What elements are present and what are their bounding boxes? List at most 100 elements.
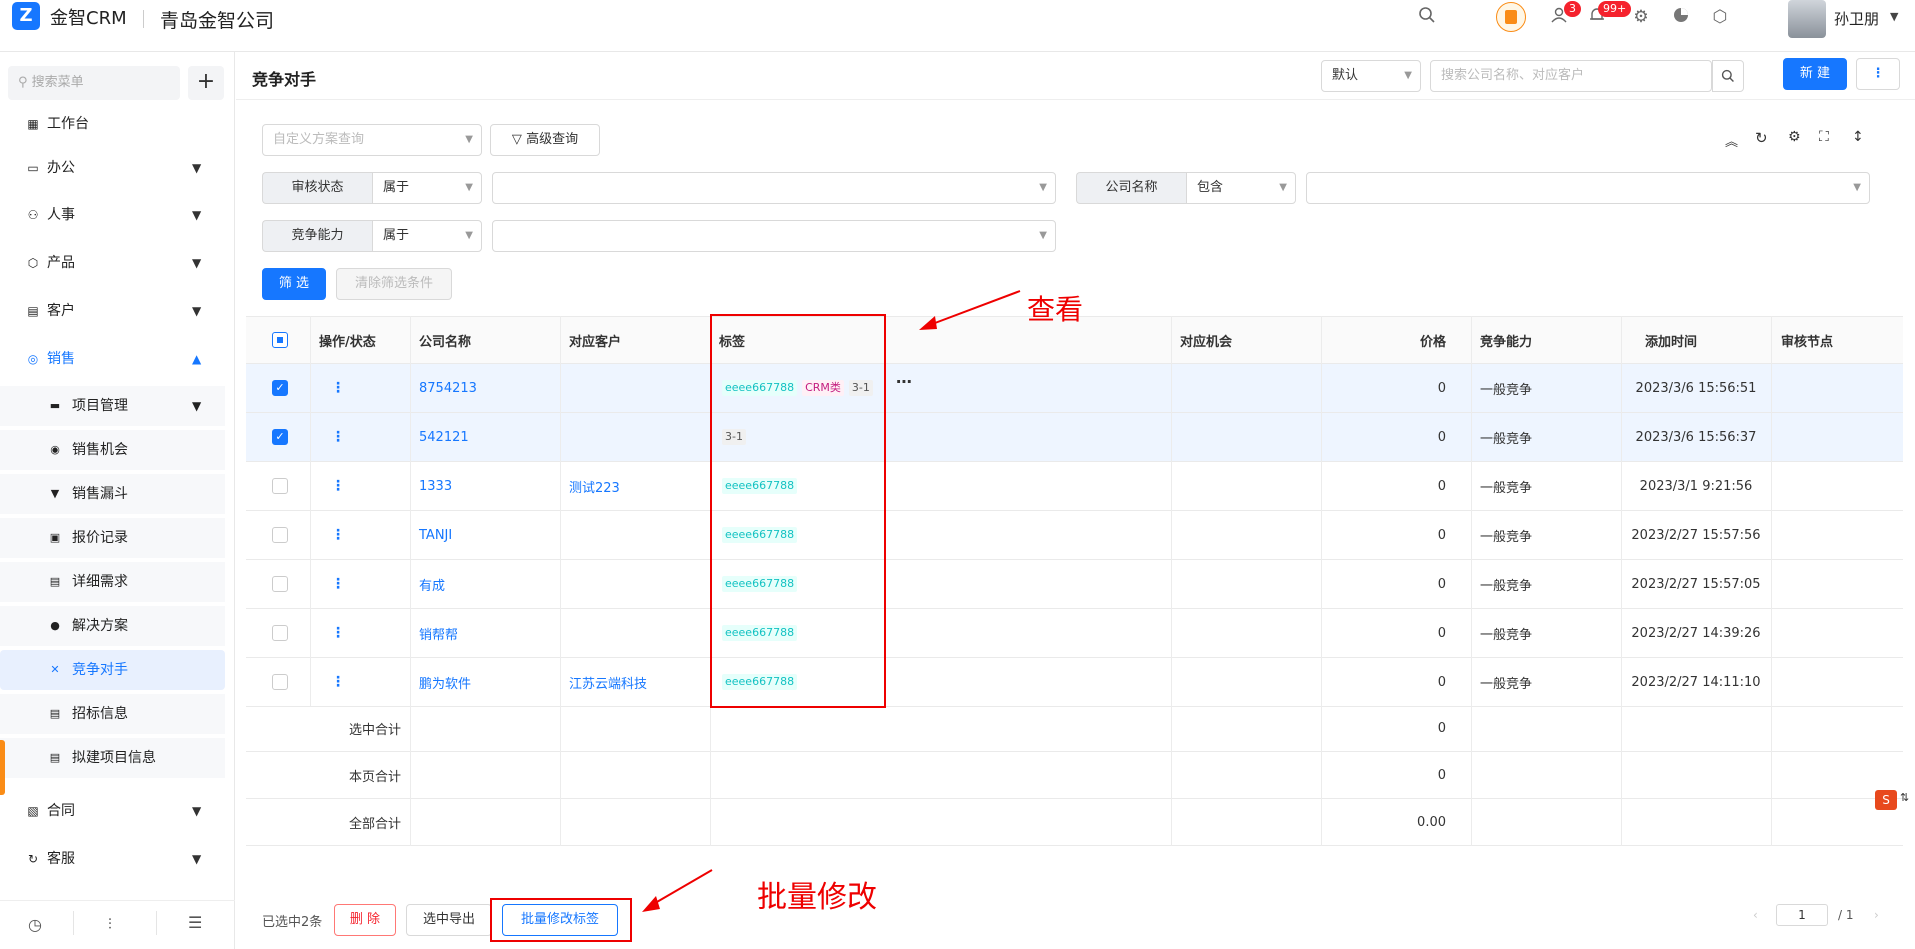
filter-op-ability[interactable]: 属于 ▼ xyxy=(372,220,482,252)
side-handle[interactable] xyxy=(0,740,5,795)
sidebar-item-sales[interactable]: ◎ 销售 ▲ xyxy=(0,339,235,379)
more-tags-icon[interactable]: ⋯ xyxy=(896,372,912,391)
select-all-checkbox[interactable] xyxy=(272,317,288,363)
time-cell: 2023/3/6 15:56:37 xyxy=(1635,429,1757,445)
row-actions-icon[interactable]: ⋮ xyxy=(331,658,345,706)
prev-page-icon[interactable]: ‹ xyxy=(1753,908,1758,922)
table-row[interactable]: ✓ ⋮ 542121 3-1 0 一般竞争 2023/3/6 15:56:37 xyxy=(246,413,1903,462)
avatar[interactable] xyxy=(1788,0,1826,38)
table-row[interactable]: ⋮ 鹏为软件 江苏云端科技 eeee667788 0 一般竞争 2023/2/27 14:1… xyxy=(246,658,1903,707)
filter-value-ability[interactable]: ▼ xyxy=(492,220,1056,252)
user-name[interactable]: 孙卫朋 xyxy=(1834,8,1879,29)
sidebar-sub-quote[interactable]: ▣ 报价记录 xyxy=(0,518,225,558)
refresh-icon[interactable]: ↻ xyxy=(1755,129,1768,147)
sidebar-item-hr[interactable]: ⚇ 人事 ▼ xyxy=(0,195,235,235)
sidebar-sub-project[interactable]: ▬ 项目管理 ▼ xyxy=(0,386,225,426)
row-height-icon[interactable]: ↕ xyxy=(1852,129,1864,145)
filter-value-audit-status[interactable]: ▼ xyxy=(492,172,1056,204)
more-icon[interactable]: ⋮ xyxy=(1856,58,1900,90)
caret-down-icon[interactable]: ▼ xyxy=(1890,10,1898,23)
row-actions-icon[interactable]: ⋮ xyxy=(331,364,345,412)
filter-value-company-name[interactable]: ▼ xyxy=(1306,172,1870,204)
search-button[interactable] xyxy=(1712,60,1744,92)
company-link[interactable]: 542121 xyxy=(419,413,469,461)
sidebar-sub-planned-project[interactable]: ▤ 拟建项目信息 xyxy=(0,738,225,778)
sidebar-sub-opportunity[interactable]: ◉ 销售机会 xyxy=(0,430,225,470)
sidebar-sub-competitor[interactable]: ✕ 竞争对手 xyxy=(0,650,225,690)
row-actions-icon[interactable]: ⋮ xyxy=(331,609,345,657)
page-input[interactable]: 1 xyxy=(1776,904,1828,926)
sidebar-item-office[interactable]: ▭ 办公 ▼ xyxy=(0,148,235,188)
row-actions-icon[interactable]: ⋮ xyxy=(331,413,345,461)
row-checkbox[interactable] xyxy=(272,462,288,510)
collapse-menu-icon[interactable]: ☰ xyxy=(188,913,202,932)
new-button[interactable]: 新 建 xyxy=(1783,58,1847,90)
sort-icon[interactable]: ⇅ xyxy=(1900,791,1909,804)
gear-icon[interactable]: ⚙ xyxy=(1630,6,1652,28)
view-select[interactable]: 默认 ▼ xyxy=(1321,60,1421,92)
sidebar-sub-funnel[interactable]: ▼ 销售漏斗 xyxy=(0,474,225,514)
apply-filter-button[interactable]: 筛 选 xyxy=(262,268,326,300)
chevron-down-icon: ▼ xyxy=(192,804,202,818)
company-link[interactable]: TANJI xyxy=(419,511,452,559)
row-actions-icon[interactable]: ⋮ xyxy=(331,511,345,559)
customer-link[interactable]: 江苏云端科技 xyxy=(569,658,647,706)
company-link[interactable]: 销帮帮 xyxy=(419,609,458,657)
office-app-icon[interactable] xyxy=(1496,2,1526,32)
cube-icon[interactable]: ⬡ xyxy=(1709,6,1731,28)
history-icon[interactable]: ◷ xyxy=(28,915,42,934)
filter-op-audit-status[interactable]: 属于 ▼ xyxy=(372,172,482,204)
add-menu-button[interactable]: + xyxy=(188,66,224,100)
chevron-up-icon: ▲ xyxy=(192,352,202,366)
settings-icon[interactable]: ⚙ xyxy=(1788,129,1801,145)
app-logo-icon[interactable]: Z xyxy=(12,2,40,30)
header-search-input[interactable]: 搜索公司名称、对应客户 xyxy=(1430,60,1712,92)
plugin-s-icon[interactable]: S xyxy=(1875,790,1897,810)
menu-search-input[interactable]: ⚲ 搜索菜单 xyxy=(8,66,180,100)
row-checkbox[interactable]: ✓ xyxy=(272,364,288,412)
settings-sliders-icon[interactable]: ⫶ xyxy=(108,915,112,933)
company-name[interactable]: 青岛金智公司 xyxy=(160,6,274,33)
row-actions-icon[interactable]: ⋮ xyxy=(331,560,345,608)
row-checkbox[interactable] xyxy=(272,609,288,657)
next-page-icon[interactable]: › xyxy=(1874,908,1879,922)
sidebar-item-product[interactable]: ⬡ 产品 ▼ xyxy=(0,243,235,283)
pie-chart-icon[interactable] xyxy=(1670,6,1692,28)
row-checkbox[interactable] xyxy=(272,511,288,559)
sidebar-sub-solution[interactable]: ● 解决方案 xyxy=(0,606,225,646)
filter-label-audit-status: 审核状态 xyxy=(262,172,372,204)
row-checkbox[interactable] xyxy=(272,658,288,706)
sidebar-sub-bidding[interactable]: ▤ 招标信息 xyxy=(0,694,225,734)
table-row[interactable]: ⋮ TANJI eeee667788 0 一般竞争 2023/2/27 15:57:56 xyxy=(246,511,1903,560)
company-link[interactable]: 鹏为软件 xyxy=(419,658,471,706)
price-cell: 0 xyxy=(1437,674,1446,690)
row-checkbox[interactable]: ✓ xyxy=(272,413,288,461)
table-row[interactable]: ✓ ⋮ 8754213 eeee667788 CRM类 3-1 ⋯ 0 一般竞争 2023/3/6… xyxy=(246,364,1903,413)
filter-op-company-name[interactable]: 包含 ▼ xyxy=(1186,172,1296,204)
row-actions-icon[interactable]: ⋮ xyxy=(331,462,345,510)
folder-icon: ▬ xyxy=(49,399,61,412)
search-icon[interactable] xyxy=(1416,6,1438,28)
sidebar-item-customer[interactable]: ▤ 客户 ▼ xyxy=(0,291,235,331)
clear-filter-button[interactable]: 清除筛选条件 xyxy=(336,268,452,300)
table-row[interactable]: ⋮ 销帮帮 eeee667788 0 一般竞争 2023/2/27 14:39:26 xyxy=(246,609,1903,658)
time-cell: 2023/3/6 15:56:51 xyxy=(1635,380,1757,396)
delete-button[interactable]: 删 除 xyxy=(334,904,396,936)
company-link[interactable]: 8754213 xyxy=(419,364,477,412)
row-checkbox[interactable] xyxy=(272,560,288,608)
company-link[interactable]: 有成 xyxy=(419,560,445,608)
sidebar-item-dashboard[interactable]: ▦ 工作台 xyxy=(0,104,235,144)
price-cell: 0 xyxy=(1437,576,1446,592)
customer-link[interactable]: 测试223 xyxy=(569,462,620,510)
scheme-select[interactable]: 自定义方案查询 ▼ xyxy=(262,124,482,156)
table-row[interactable]: ⋮ 有成 eeee667788 0 一般竞争 2023/2/27 15:57:05 xyxy=(246,560,1903,609)
sidebar-item-service[interactable]: ↻ 客服 ▼ xyxy=(0,839,235,879)
advanced-search-button[interactable]: ▽ 高级查询 xyxy=(490,124,600,156)
company-link[interactable]: 1333 xyxy=(419,462,452,510)
fullscreen-icon[interactable]: ⛶ xyxy=(1819,129,1829,145)
table-row[interactable]: ⋮ 1333 测试223 eeee667788 0 一般竞争 2023/3/1 9:21:5… xyxy=(246,462,1903,511)
sidebar-sub-requirement[interactable]: ▤ 详细需求 xyxy=(0,562,225,602)
sidebar-item-contract[interactable]: ▧ 合同 ▼ xyxy=(0,791,235,831)
collapse-up-icon[interactable]: ︽ xyxy=(1725,131,1738,150)
export-selected-button[interactable]: 选中导出 xyxy=(406,904,492,936)
